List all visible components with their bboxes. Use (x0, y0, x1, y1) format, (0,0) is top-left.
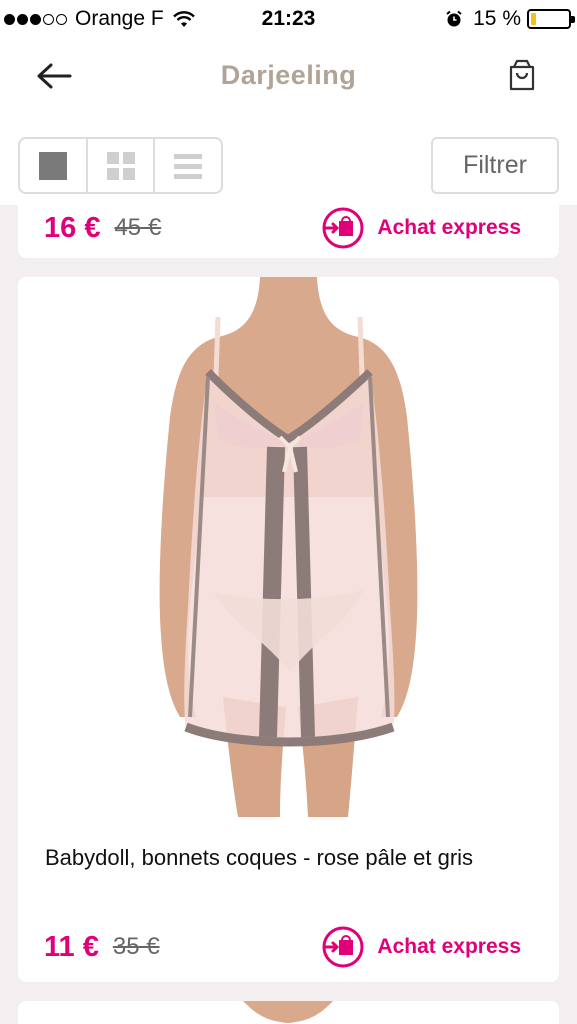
price-row: 11 € 35 € Achat express (44, 925, 521, 969)
product-title[interactable]: Babydoll, bonnets coques - rose pâle et … (45, 843, 519, 873)
babydoll-photo (18, 277, 559, 817)
list-toolbar: Filtrer (0, 130, 577, 205)
old-price: 45 € (114, 214, 162, 241)
express-buy-label: Achat express (377, 216, 521, 239)
single-view-icon (38, 151, 67, 180)
list-view-icon (174, 153, 203, 179)
shopping-bag-icon[interactable] (507, 58, 537, 92)
battery-percent: 15 % (473, 7, 521, 30)
express-buy-label: Achat express (377, 935, 521, 958)
express-buy-button[interactable]: Achat express (321, 925, 521, 969)
price-row: 16 € 45 € Achat express (44, 206, 521, 250)
express-cart-icon (322, 926, 364, 968)
current-price: 11 € (44, 930, 99, 963)
product-card[interactable]: Babydoll, bonnets coques - rose pâle et … (18, 277, 559, 982)
express-cart-icon (322, 207, 364, 249)
express-buy-button[interactable]: Achat express (321, 206, 521, 250)
brand-title: Darjeeling (220, 60, 357, 90)
current-price: 16 € (44, 211, 101, 244)
product-image[interactable] (18, 277, 559, 817)
battery-fill (531, 13, 537, 25)
status-right: 15 % (445, 7, 575, 31)
grid-view-icon (106, 151, 135, 180)
battery-icon (527, 9, 575, 29)
status-bar: Orange F 21:23 15 % (0, 0, 577, 40)
single-view-button[interactable] (20, 139, 88, 192)
old-price: 35 € (112, 933, 160, 960)
list-view-button[interactable] (155, 139, 221, 192)
alarm-icon (446, 10, 462, 27)
view-switcher (18, 137, 223, 194)
grid-view-button[interactable] (88, 139, 156, 192)
filter-button[interactable]: Filtrer (431, 137, 559, 194)
product-image (243, 1001, 333, 1023)
product-card[interactable] (18, 1001, 559, 1024)
product-card[interactable]: 16 € 45 € Achat express (18, 200, 559, 258)
app-header: Darjeeling (0, 40, 577, 130)
